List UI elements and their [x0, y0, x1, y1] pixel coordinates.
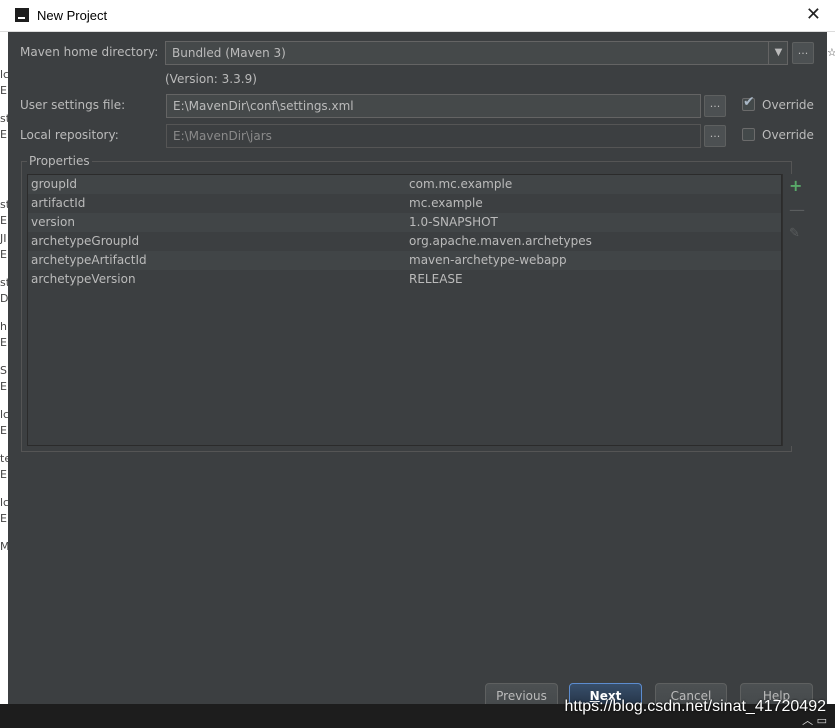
property-key: artifactId — [31, 196, 86, 210]
close-icon[interactable]: ✕ — [806, 6, 821, 24]
window-title: New Project — [37, 8, 108, 23]
properties-title: Properties — [27, 154, 92, 168]
remove-icon[interactable]: — — [789, 202, 805, 218]
window-titlebar: New Project ✕ — [0, 0, 835, 32]
maven-home-label: Maven home directory: — [20, 45, 159, 59]
intellij-logo-icon — [15, 8, 29, 22]
chevron-down-icon[interactable]: ▼ — [768, 41, 788, 65]
table-row[interactable]: archetypeGroupId org.apache.maven.archet… — [28, 232, 781, 251]
property-value: mc.example — [409, 196, 483, 210]
local-repository-input[interactable]: E:\MavenDir\jars — [166, 124, 701, 148]
user-settings-override-checkbox[interactable]: ✔ — [742, 94, 755, 111]
property-key: groupId — [31, 177, 78, 191]
properties-toolbar: + — ✎ — [782, 174, 809, 446]
local-repository-browse-button[interactable]: ... — [704, 125, 726, 147]
maven-home-browse-button[interactable]: ... — [792, 42, 814, 64]
local-repository-override-checkbox[interactable] — [742, 128, 755, 141]
property-value: RELEASE — [409, 272, 463, 286]
background-window-left: lc E st E st E JI E st D hE SE lc E te E lc E M — [0, 32, 8, 704]
user-settings-override-label: Override — [762, 98, 814, 112]
maven-version-text: (Version: 3.3.9) — [165, 72, 257, 86]
property-key: version — [31, 215, 75, 229]
background-window-right: ☆ — [827, 32, 835, 704]
property-value: 1.0-SNAPSHOT — [409, 215, 498, 229]
user-settings-browse-button[interactable]: ... — [704, 95, 726, 117]
maven-home-select[interactable]: Bundled (Maven 3) — [165, 41, 788, 65]
property-value: org.apache.maven.archetypes — [409, 234, 592, 248]
add-icon[interactable]: + — [789, 178, 802, 194]
watermark-url: https://blog.csdn.net/sinat_41720492 — [564, 698, 826, 715]
user-settings-input[interactable]: E:\MavenDir\conf\settings.xml — [166, 94, 701, 118]
local-repository-label: Local repository: — [20, 128, 119, 142]
property-key: archetypeArtifactId — [31, 253, 147, 267]
table-row[interactable]: artifactId mc.example — [28, 194, 781, 213]
property-key: archetypeGroupId — [31, 234, 140, 248]
maven-home-value: Bundled (Maven 3) — [172, 46, 286, 60]
edit-icon[interactable]: ✎ — [789, 226, 800, 242]
property-value: com.mc.example — [409, 177, 513, 191]
local-repository-override-label: Override — [762, 128, 814, 142]
table-row[interactable]: groupId com.mc.example — [28, 175, 781, 194]
user-settings-label: User settings file: — [20, 98, 126, 112]
property-value: maven-archetype-webapp — [409, 253, 567, 267]
properties-table[interactable]: groupId com.mc.example artifactId mc.exa… — [27, 174, 782, 446]
table-row[interactable]: archetypeVersion RELEASE — [28, 270, 781, 289]
table-row[interactable]: archetypeArtifactId maven-archetype-weba… — [28, 251, 781, 270]
table-row[interactable]: version 1.0-SNAPSHOT — [28, 213, 781, 232]
property-key: archetypeVersion — [31, 272, 136, 286]
checkmark-icon: ✔ — [743, 94, 755, 110]
maven-settings-dialog: Maven home directory: Bundled (Maven 3) … — [8, 32, 827, 709]
